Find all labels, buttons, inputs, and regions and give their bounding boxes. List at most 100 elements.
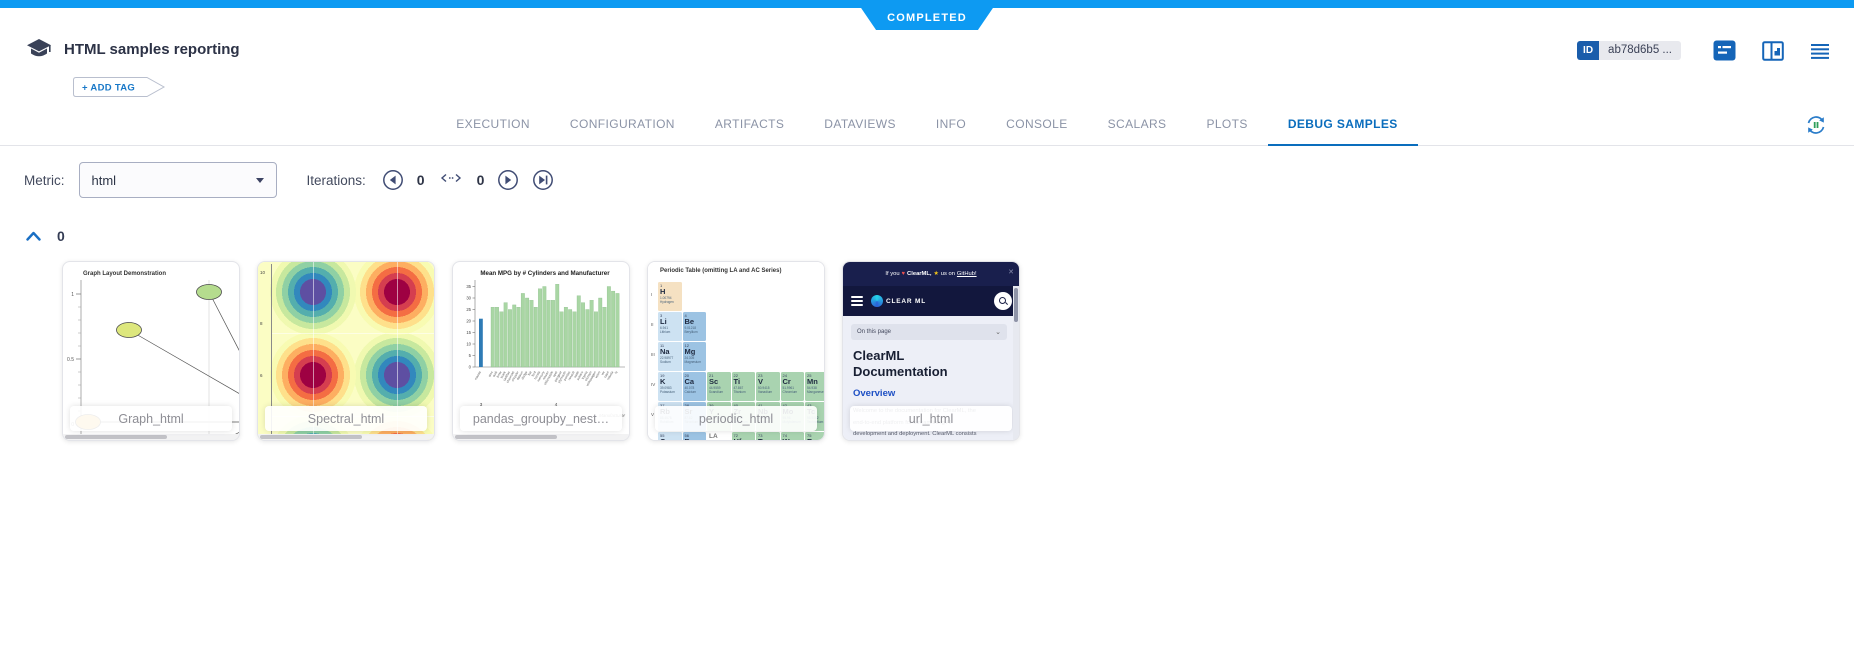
controls-row: Metric: html Iterations: 0 0 (24, 160, 1854, 200)
chevron-down-icon (256, 178, 264, 183)
svg-text:35: 35 (466, 284, 471, 289)
metric-select[interactable]: html (79, 162, 277, 198)
status-bar (0, 0, 1854, 8)
iteration-controls: 0 0 (382, 169, 555, 191)
sample-card-spectral-html[interactable]: 10 8 6 Spectral_html (257, 261, 435, 441)
sample-card-url-html[interactable]: If you ♥ ClearML, ★ us on GitHub! ✕ CLEA… (842, 261, 1020, 441)
tab-execution[interactable]: EXECUTION (436, 104, 550, 146)
sample-caption: url_html (850, 406, 1012, 431)
task-id-value: ab78d6b5 ... (1599, 41, 1681, 60)
svg-text:20: 20 (466, 319, 471, 324)
svg-text:30: 30 (466, 296, 471, 301)
add-tag-button[interactable]: + ADD TAG (72, 76, 168, 103)
tab-console[interactable]: CONSOLE (986, 104, 1087, 146)
svg-text:10: 10 (466, 342, 471, 347)
last-iteration-icon (532, 169, 554, 191)
tab-debug-samples[interactable]: DEBUG SAMPLES (1268, 104, 1418, 146)
task-id-chip[interactable]: ID ab78d6b5 ... (1577, 41, 1681, 60)
periodic-row-label: II (651, 322, 654, 327)
info-panel-button[interactable] (1762, 41, 1784, 61)
clearml-logo: CLEAR ML (871, 295, 926, 307)
thumbnail-vscrollbar[interactable] (1013, 286, 1019, 440)
svg-text:15: 15 (466, 330, 471, 335)
auto-refresh-icon (1804, 113, 1828, 137)
tab-info[interactable]: INFO (916, 104, 986, 146)
star-icon: ★ (934, 271, 939, 277)
periodic-element-w: 74W183.84Tungsten (781, 432, 805, 441)
tab-configuration[interactable]: CONFIGURATION (550, 104, 695, 146)
docs-heading: ClearML Documentation (853, 348, 948, 380)
svg-text:0: 0 (469, 365, 472, 370)
clearml-logo-icon (871, 295, 883, 307)
iteration-range-icon (438, 171, 464, 189)
group-header: 0 (26, 228, 1854, 244)
svg-text:hi: hi (614, 370, 619, 374)
iterations-label: Iterations: (307, 173, 366, 188)
periodic-row-label: III (651, 352, 655, 357)
collapse-group-button[interactable] (26, 231, 41, 241)
periodic-element-cs: 55Cs132.9055Cesium (658, 432, 682, 441)
add-tag-label: + ADD TAG (82, 83, 135, 94)
mpg-chart-svg: Mean MPG by # Cylinders and Manufacturer… (453, 262, 630, 422)
sample-card-periodic-html[interactable]: Periodic Table (omitting LA and AC Serie… (647, 261, 825, 441)
periodic-element-sc: 21Sc44.9559Scandium (707, 372, 731, 401)
tab-scalars[interactable]: SCALARS (1088, 104, 1187, 146)
periodic-element-ti: 22Ti47.867Titanium (732, 372, 756, 401)
periodic-element-ca: 20Ca40.078Calcium (683, 372, 707, 401)
thumbnail-hscrollbar[interactable] (453, 434, 629, 440)
details-panel-button[interactable] (1713, 40, 1736, 61)
close-icon[interactable]: ✕ (1008, 268, 1014, 276)
thumbnail-hscrollbar[interactable] (258, 434, 434, 440)
svg-text:Graph Layout Demonstration: Graph Layout Demonstration (83, 271, 166, 277)
debug-samples-row: Graph Layout Demonstration 1 0.5 0 (62, 261, 1854, 441)
chevron-up-icon (26, 231, 41, 241)
next-iteration-button[interactable] (497, 169, 519, 191)
heart-icon: ♥ (902, 271, 905, 277)
page-title: HTML samples reporting (64, 41, 240, 58)
tab-artifacts[interactable]: ARTIFACTS (695, 104, 804, 146)
docs-overview-link[interactable]: Overview (853, 388, 895, 399)
group-label: 0 (57, 228, 65, 244)
sample-caption: Graph_html (70, 406, 232, 431)
prev-iteration-icon (382, 169, 404, 191)
periodic-row-label: IV (651, 382, 655, 387)
periodic-element-be: 4Be9.01218Beryllium (683, 312, 707, 341)
sample-caption: pandas_groupby_nest… (460, 406, 622, 431)
id-badge: ID (1577, 41, 1599, 60)
github-link[interactable]: GitHub! (957, 271, 977, 277)
sample-caption: periodic_html (655, 406, 817, 431)
github-banner: If you ♥ ClearML, ★ us on GitHub! ✕ (843, 262, 1019, 286)
chevron-down-icon: ⌄ (995, 328, 1001, 336)
periodic-element-k: 19K39.0983Potassium (658, 372, 682, 401)
periodic-row-label: I (651, 292, 652, 297)
menu-button[interactable] (1810, 43, 1830, 59)
periodic-row-label: V (651, 412, 654, 417)
prev-iteration-button[interactable] (382, 169, 404, 191)
periodic-element-na: 11Na22.98977Sodium (658, 342, 682, 371)
svg-text:25: 25 (466, 307, 471, 312)
periodic-element-v: 23V50.9415Vanadium (756, 372, 780, 401)
panel-chart-icon (1762, 41, 1784, 61)
periodic-element-li: 3Li6.941Lithium (658, 312, 682, 341)
periodic-element-ba: 56Ba137.327Barium (683, 432, 707, 441)
auto-refresh-button[interactable] (1804, 113, 1828, 142)
hamburger-icon (1810, 43, 1830, 59)
iteration-min-value: 0 (417, 172, 425, 188)
docs-hamburger-icon[interactable] (851, 296, 863, 306)
tab-plots[interactable]: PLOTS (1186, 104, 1267, 146)
docs-navbar: CLEAR ML (843, 286, 1019, 316)
tab-dataviews[interactable]: DATAVIEWS (804, 104, 916, 146)
periodic-element-la: LA (707, 432, 731, 441)
next-iteration-icon (497, 169, 519, 191)
periodic-element-re: 75Re186.207Rhenium (805, 432, 825, 441)
experiment-type-icon (26, 38, 52, 67)
periodic-element-mg: 12Mg24.305Magnesium (683, 342, 707, 371)
sample-card-pandas-groupby[interactable]: Mean MPG by # Cylinders and Manufacturer… (452, 261, 630, 441)
thumbnail-hscrollbar[interactable] (63, 434, 239, 440)
last-iteration-button[interactable] (532, 169, 554, 191)
periodic-element-h: 1H1.00794Hydrogen (658, 282, 682, 311)
docs-search-icon[interactable] (994, 292, 1012, 310)
sample-card-graph-html[interactable]: Graph Layout Demonstration 1 0.5 0 (62, 261, 240, 441)
metric-label: Metric: (24, 173, 65, 188)
on-this-page-dropdown[interactable]: On this page ⌄ (851, 324, 1007, 340)
